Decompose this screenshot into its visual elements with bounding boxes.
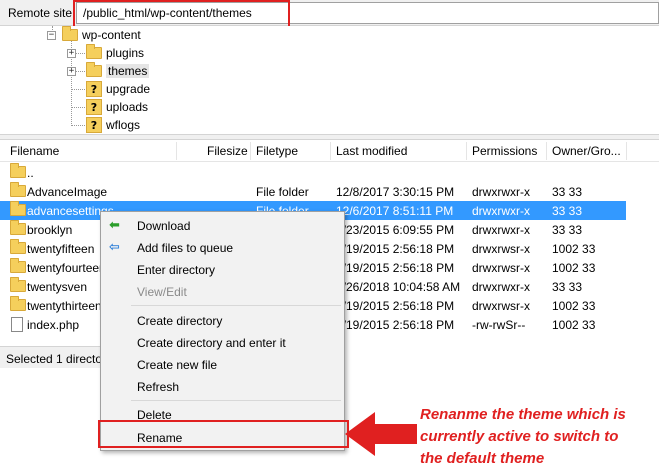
remote-site-label: Remote site:: [8, 6, 76, 20]
column-filetype[interactable]: Filetype: [256, 144, 298, 158]
folder-icon: [86, 44, 102, 59]
column-last-modified[interactable]: Last modified: [336, 144, 407, 158]
folder-icon: [10, 163, 26, 178]
folder-icon: [10, 182, 26, 197]
unknown-folder-icon: ?: [86, 99, 102, 115]
tree-item-themes[interactable]: + themes: [67, 62, 150, 80]
menu-item-download[interactable]: Download: [137, 219, 190, 233]
folder-icon: [10, 220, 26, 235]
annotation-line-1: Renanme the theme which is: [420, 406, 626, 423]
menu-item-create-directory[interactable]: Create directory: [137, 314, 222, 328]
menu-item-create-new-file[interactable]: Create new file: [137, 358, 217, 372]
unknown-folder-icon: ?: [86, 117, 102, 133]
folder-icon: [62, 26, 78, 41]
table-row[interactable]: ..: [0, 163, 626, 182]
file-list-header: Filename Filesize Filetype Last modified…: [0, 140, 659, 162]
folder-icon: [10, 239, 26, 254]
menu-item-view-edit: View/Edit: [137, 285, 187, 299]
menu-item-refresh[interactable]: Refresh: [137, 380, 179, 394]
collapse-icon[interactable]: −: [47, 30, 56, 40]
folder-icon: [10, 277, 26, 292]
tree-item-plugins[interactable]: + plugins: [67, 44, 144, 62]
table-row[interactable]: AdvanceImage File folder 12/8/2017 3:30:…: [0, 182, 626, 201]
expand-icon[interactable]: +: [67, 66, 76, 76]
menu-item-enter-directory[interactable]: Enter directory: [137, 263, 215, 277]
red-arrow-icon: [345, 412, 417, 456]
menu-item-add-to-queue[interactable]: Add files to queue: [137, 241, 233, 255]
context-menu: ⬅ Download ⇦ Add files to queue Enter di…: [100, 211, 345, 451]
remote-directory-tree: − wp-content + plugins + themes ? upgrad…: [0, 26, 659, 134]
tree-item-uploads[interactable]: ? uploads: [86, 98, 148, 116]
rename-highlight-box: [98, 420, 349, 448]
column-owner-group[interactable]: Owner/Gro...: [552, 144, 621, 158]
status-text: Selected 1 directory.: [6, 352, 115, 366]
annotation-text: Renanme the theme which is currently act…: [420, 404, 655, 470]
column-filesize[interactable]: Filesize: [207, 144, 248, 158]
menu-separator: [131, 400, 341, 401]
menu-item-create-and-enter[interactable]: Create directory and enter it: [137, 336, 286, 350]
folder-icon: [86, 62, 102, 77]
download-arrow-icon: ⬅: [109, 217, 120, 232]
expand-icon[interactable]: +: [67, 48, 76, 58]
folder-icon: [10, 296, 26, 311]
menu-separator: [131, 305, 341, 306]
tree-item-upgrade[interactable]: ? upgrade: [86, 80, 150, 98]
folder-icon: [10, 258, 26, 273]
add-to-queue-icon: ⇦: [109, 239, 120, 254]
column-permissions[interactable]: Permissions: [472, 144, 537, 158]
file-icon: [11, 317, 23, 332]
tree-item-wflogs[interactable]: ? wflogs: [86, 116, 140, 134]
annotation-line-3: the default theme: [420, 450, 545, 467]
folder-icon: [10, 201, 26, 216]
column-filename[interactable]: Filename: [10, 144, 59, 158]
unknown-folder-icon: ?: [86, 81, 102, 97]
tree-item-wp-content[interactable]: − wp-content: [47, 26, 141, 44]
annotation-line-2: currently active to switch to: [420, 428, 619, 445]
